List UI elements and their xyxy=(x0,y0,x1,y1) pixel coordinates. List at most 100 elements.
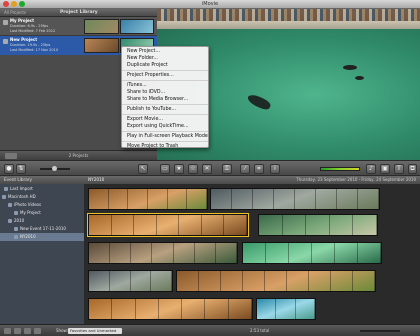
clock-icon xyxy=(4,187,8,191)
play-button[interactable] xyxy=(4,328,11,334)
camera-icon[interactable]: ● xyxy=(4,164,14,174)
transition-icon[interactable]: ⧉ xyxy=(408,164,417,174)
menu-separator xyxy=(122,69,208,72)
menu-item-play-fullscreen[interactable]: Play in Full-screen Playback Mode xyxy=(122,133,208,140)
clip-filmstrip[interactable] xyxy=(210,188,380,210)
x-icon[interactable]: ✕ xyxy=(202,164,212,174)
menu-item-move-to-trash[interactable]: Move Project to Trash xyxy=(122,143,208,150)
menu-item-publish-youtube[interactable]: Publish to YouTube... xyxy=(122,106,208,113)
menu-item-itunes[interactable]: iTunes... xyxy=(122,82,208,89)
total-duration: 2:53 total xyxy=(250,328,270,333)
clip-filmstrip[interactable] xyxy=(87,213,249,237)
clip-filmstrip[interactable] xyxy=(176,270,376,292)
clip-filmstrip[interactable] xyxy=(88,188,208,210)
project-modified: Last Modified: 7 Feb 2012 xyxy=(10,29,56,33)
title-bar: iMovie xyxy=(0,0,420,9)
clip-filmstrip[interactable] xyxy=(88,242,238,264)
project-duration: Duration: 19.5s - 25fps xyxy=(10,43,51,47)
thumbnail-size-slider[interactable] xyxy=(360,330,400,332)
project-name: New Project xyxy=(10,37,38,42)
audio-meter xyxy=(320,167,360,171)
arrow-icon[interactable]: ↖ xyxy=(138,164,148,174)
info-icon[interactable]: i xyxy=(270,164,280,174)
window-title: iMovie xyxy=(201,1,219,7)
fullscreen-button[interactable] xyxy=(14,328,21,334)
clip-filmstrip[interactable] xyxy=(88,270,173,292)
clip-filmstrip[interactable] xyxy=(88,298,253,320)
event-browser[interactable] xyxy=(84,184,420,324)
event-label: NY2010 xyxy=(20,234,36,239)
swap-icon[interactable]: ⇅ xyxy=(16,164,26,174)
event-icon xyxy=(14,235,18,239)
list-icon[interactable] xyxy=(24,328,31,334)
menu-item-export-quicktime[interactable]: Export using QuickTime... xyxy=(122,123,208,130)
project-modified: Last Modified: 17 Nov 2010 xyxy=(10,48,59,52)
event-item-2010[interactable]: 2010 xyxy=(0,217,84,225)
event-browser-header: NY2010 Thursday, 23 September 2010 - Fri… xyxy=(84,176,420,184)
event-item-iphoto-videos[interactable]: iPhoto Videos xyxy=(0,201,84,209)
event-item-ny2010[interactable]: NY2010 xyxy=(0,233,84,241)
star-icon[interactable]: ★ xyxy=(174,164,184,174)
event-item-my-project[interactable]: My Project xyxy=(0,209,84,217)
context-menu: New Project... New Folder... Duplicate P… xyxy=(121,46,209,150)
show-label: Show: xyxy=(56,328,68,333)
iphoto-icon xyxy=(8,203,12,207)
unmark-icon[interactable]: ☆ xyxy=(188,164,198,174)
bottom-bar: Show: Favorites and Unmarked 2:53 total xyxy=(0,324,420,336)
event-label: My Project xyxy=(20,210,41,215)
music-icon[interactable]: ♪ xyxy=(366,164,376,174)
clip-filmstrip[interactable] xyxy=(256,298,316,320)
folder-icon xyxy=(8,219,12,223)
wand-icon[interactable]: ⁄ xyxy=(240,164,250,174)
event-library-header: Event Library xyxy=(0,176,84,184)
zoom-slider[interactable] xyxy=(40,166,70,171)
project-icon xyxy=(3,20,8,25)
project-library-header: All Projects Project Library xyxy=(0,9,157,17)
seal-figure xyxy=(355,76,364,80)
event-icon xyxy=(14,211,18,215)
event-item-last-import[interactable]: Last Import xyxy=(0,185,84,193)
menu-item-new-folder[interactable]: New Folder... xyxy=(122,55,208,62)
all-projects-button[interactable]: All Projects xyxy=(4,9,26,17)
clip-filmstrip[interactable] xyxy=(258,214,378,236)
thumbnail xyxy=(84,38,119,53)
select-icon[interactable]: ▭ xyxy=(160,164,170,174)
project-name: My Project xyxy=(10,18,34,23)
show-filter-select[interactable]: Favorites and Unmarked xyxy=(68,328,122,334)
menu-separator xyxy=(122,113,208,116)
photo-icon[interactable]: ▣ xyxy=(380,164,390,174)
event-item-new-event[interactable]: New Event 17-11-2010 xyxy=(0,225,84,233)
event-label: 2010 xyxy=(14,218,25,223)
project-library-title: Project Library xyxy=(60,10,98,15)
project-duration: Duration: 6.9s - 25fps xyxy=(10,24,49,28)
view-toggle-button[interactable] xyxy=(34,328,41,334)
thumbnail xyxy=(84,19,119,34)
event-library-title: Event Library xyxy=(4,177,32,182)
project-thumbnails[interactable] xyxy=(84,19,154,34)
imovie-window: iMovie All Projects Project Library My P… xyxy=(0,0,420,336)
menu-item-export-movie[interactable]: Export Movie... xyxy=(122,116,208,123)
project-icon xyxy=(3,39,8,44)
thumbnail xyxy=(119,19,154,34)
menu-item-project-properties[interactable]: Project Properties... xyxy=(122,72,208,79)
menu-item-share-media-browser[interactable]: Share to Media Browser... xyxy=(122,96,208,103)
disk-icon xyxy=(2,195,6,199)
viewer-pool-wall xyxy=(157,21,420,29)
menu-item-share-idvd[interactable]: Share to iDVD... xyxy=(122,89,208,96)
event-icon xyxy=(14,227,18,231)
crop-icon[interactable]: ⌗ xyxy=(254,164,264,174)
menu-item-new-project[interactable]: New Project... xyxy=(122,48,208,55)
menu-item-duplicate-project[interactable]: Duplicate Project xyxy=(122,62,208,69)
menu-separator xyxy=(122,130,208,133)
event-label: iPhoto Videos xyxy=(14,202,42,207)
event-label: New Event 17-11-2010 xyxy=(20,226,66,231)
project-item-my-project[interactable]: My Project Duration: 6.9s - 25fps Last M… xyxy=(0,17,157,36)
clip-filmstrip[interactable] xyxy=(242,242,382,264)
menu-separator xyxy=(122,103,208,106)
event-library-list: Last Import Macintosh HD iPhoto Videos M… xyxy=(0,184,84,324)
menu-separator xyxy=(122,79,208,82)
event-title: NY2010 xyxy=(88,177,105,182)
key-icon[interactable]: ⚿ xyxy=(222,164,232,174)
text-icon[interactable]: T xyxy=(394,164,404,174)
event-item-macintosh-hd[interactable]: Macintosh HD xyxy=(0,193,84,201)
